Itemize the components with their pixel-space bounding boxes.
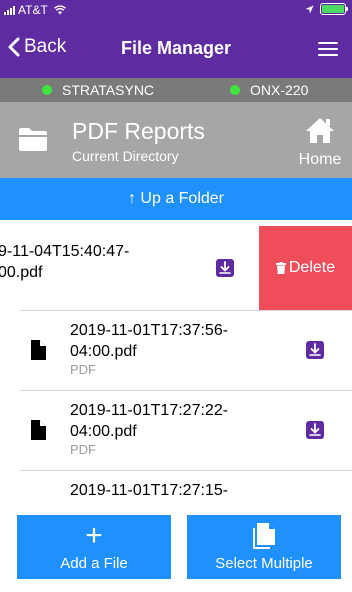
file-icon (31, 340, 46, 360)
nav-bar: Back File Manager (0, 20, 352, 78)
directory-title: PDF Reports (72, 118, 205, 144)
download-icon[interactable] (306, 421, 324, 439)
folder-icon (19, 128, 47, 151)
file-name: 2019-11-01T17:37:56- 04:00.pdf (70, 322, 229, 360)
device-name: ONX-220 (250, 82, 309, 98)
divider (20, 390, 352, 391)
select-multiple-button[interactable]: Select Multiple (187, 515, 341, 579)
list-item[interactable]: 2019-11-01T17:27:22- 04:00.pdf PDF (0, 390, 352, 470)
download-icon[interactable] (216, 259, 234, 277)
copy-icon (253, 523, 275, 549)
file-type: PDF (70, 362, 96, 377)
file-icon (31, 420, 46, 440)
hamburger-menu-icon[interactable] (318, 42, 338, 56)
file-name: 2019-11-01T17:27:15- (70, 482, 229, 499)
file-name: 2019-11-01T17:27:22- 04:00.pdf (70, 402, 229, 440)
divider (20, 310, 352, 311)
add-file-label: Add a File (60, 555, 128, 572)
trash-icon (275, 262, 286, 274)
home-icon (306, 118, 334, 143)
file-name: 9-11-04T15:40:47- 00.pdf (0, 243, 130, 281)
signal-icon (4, 5, 15, 15)
device-status-bar: STRATASYNC ONX-220 (0, 78, 352, 102)
directory-header: PDF Reports Current Directory Home (0, 102, 352, 178)
directory-subtitle: Current Directory (72, 148, 179, 164)
list-item[interactable]: 2019-11-01T17:37:56- 04:00.pdf PDF (0, 310, 352, 390)
status-bar: AT&T (0, 0, 352, 20)
download-icon[interactable] (306, 341, 324, 359)
file-type: PDF (70, 442, 96, 457)
select-multiple-label: Select Multiple (215, 555, 313, 572)
page-title: File Manager (120, 38, 232, 58)
add-file-button[interactable]: + Add a File (17, 515, 171, 579)
home-button[interactable]: Home (296, 116, 344, 169)
battery-charging-icon (320, 3, 348, 15)
delete-label: Delete (288, 259, 336, 276)
wifi-icon (53, 5, 66, 15)
up-a-folder-button[interactable]: ↑ Up a Folder (0, 178, 352, 220)
device-status-onx: ONX-220 (230, 82, 308, 98)
divider (20, 470, 352, 471)
list-item[interactable]: 9-11-04T15:40:47- 00.pdf Delete (0, 226, 352, 310)
home-label: Home (298, 151, 342, 168)
delete-button[interactable]: Delete (259, 226, 352, 310)
status-dot-icon (42, 85, 52, 95)
status-dot-icon (230, 85, 240, 95)
carrier-label: AT&T (18, 3, 48, 17)
plus-icon: + (85, 519, 103, 552)
device-status-stratasync: STRATASYNC (42, 82, 154, 98)
location-icon (305, 4, 314, 14)
device-name: STRATASYNC (62, 82, 155, 98)
